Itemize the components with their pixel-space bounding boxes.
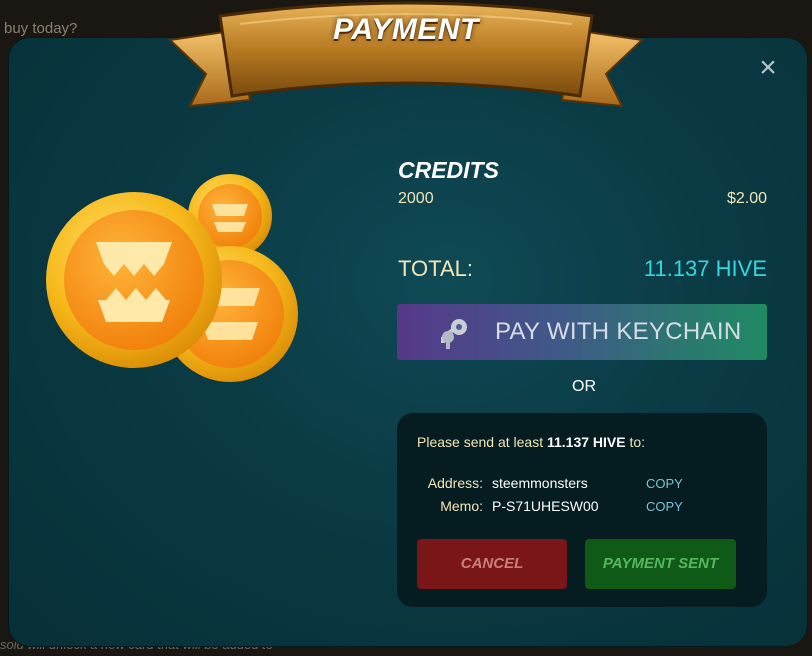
credits-coins-image [44, 170, 304, 390]
title-banner: PAYMENT [160, 0, 652, 120]
manual-payment-panel: Please send at least 11.137 HIVE to: Add… [397, 413, 767, 607]
total-value: 11.137 HIVE [643, 256, 767, 281]
memo-value: P-S71UHESW00 [492, 498, 599, 514]
product-quantity: 2000 [398, 190, 434, 207]
or-divider: OR [572, 378, 596, 395]
product-price: $2.00 [726, 190, 767, 207]
close-button[interactable]: × [754, 53, 782, 83]
send-suffix: to: [625, 434, 646, 450]
background-text-top: buy today? [4, 20, 78, 37]
memo-label: Memo: [440, 498, 483, 514]
keychain-button-label: PAY WITH KEYCHAIN [495, 318, 742, 345]
total-label: TOTAL: [398, 256, 473, 281]
send-prefix: Please send at least [417, 434, 547, 450]
copy-memo-button[interactable]: COPY [646, 499, 683, 514]
modal-title: PAYMENT [333, 13, 479, 46]
cancel-button[interactable]: CANCEL [417, 539, 567, 589]
payment-sent-button[interactable]: PAYMENT SENT [585, 539, 736, 589]
pay-with-keychain-button[interactable]: PAY WITH KEYCHAIN [397, 304, 767, 360]
address-value: steemmonsters [492, 475, 588, 491]
keys-icon [441, 319, 467, 349]
send-instruction: Please send at least 11.137 HIVE to: [417, 434, 645, 450]
product-name: CREDITS [398, 157, 499, 183]
copy-address-button[interactable]: COPY [646, 476, 683, 491]
send-amount: 11.137 HIVE [546, 434, 626, 450]
address-label: Address: [427, 475, 483, 491]
